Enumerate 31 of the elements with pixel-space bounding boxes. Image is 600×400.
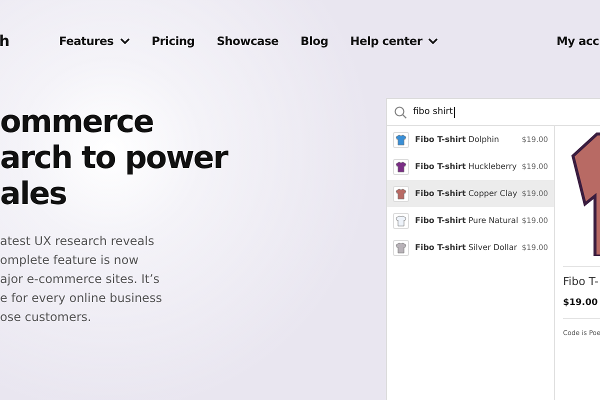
tshirt-thumbnail bbox=[393, 132, 409, 148]
search-icon bbox=[394, 106, 407, 118]
product-price: $19.00 bbox=[563, 298, 600, 319]
result-name: Fibo T-shirt Dolphin bbox=[415, 135, 500, 144]
tshirt-thumbnail bbox=[393, 186, 409, 202]
tshirt-thumbnail bbox=[393, 240, 409, 256]
result-name: Fibo T-shirt Silver Dollar bbox=[415, 243, 518, 252]
hero-title: ommerce bbox=[0, 104, 154, 140]
nav-link[interactable]: Pricing bbox=[152, 34, 195, 48]
hero-text: atest UX research reveals bbox=[0, 233, 156, 250]
search-field[interactable]: fibo shirt bbox=[387, 99, 600, 126]
result-name: Fibo T-shirt Huckleberry bbox=[415, 162, 518, 171]
nav-link[interactable]: Blog bbox=[300, 34, 328, 48]
chevron-down-icon bbox=[120, 38, 130, 44]
hero-title: arch to power bbox=[0, 140, 229, 176]
hero-text: ose customers. bbox=[0, 309, 92, 326]
hero-text: omplete feature is now bbox=[0, 252, 140, 269]
account-link[interactable]: My acc bbox=[556, 34, 599, 48]
tshirt-thumbnail bbox=[393, 158, 409, 174]
chevron-down-icon bbox=[428, 38, 438, 44]
logo-text[interactable]: h bbox=[0, 32, 59, 50]
result-name: Fibo T-shirt Pure Natural bbox=[415, 216, 520, 225]
product-title: Fibo T- bbox=[563, 266, 600, 288]
result-name: Fibo T-shirt Copper Clay bbox=[415, 189, 518, 198]
hero-title: ales bbox=[0, 176, 68, 212]
hero-text: ajor e-commerce sites. It’s bbox=[0, 271, 161, 288]
nav-link[interactable]: Features bbox=[59, 34, 130, 48]
tshirt-thumbnail bbox=[393, 212, 409, 228]
nav-link[interactable]: Showcase bbox=[216, 34, 279, 48]
hero-text: e for every online business bbox=[0, 290, 163, 307]
nav-link[interactable]: Help center bbox=[350, 34, 438, 48]
